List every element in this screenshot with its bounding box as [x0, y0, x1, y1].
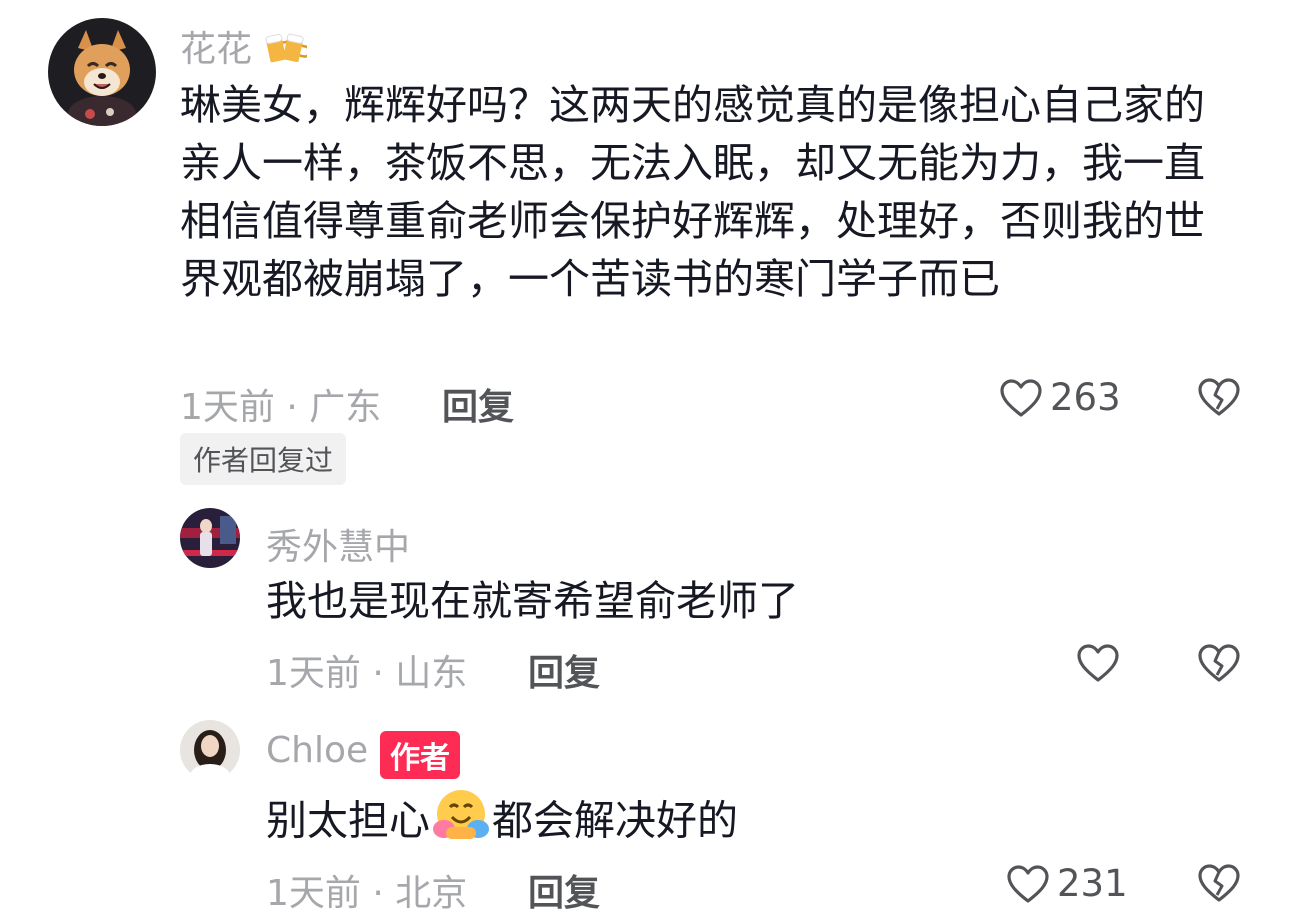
- like-count: 231: [1057, 862, 1128, 905]
- reply-username[interactable]: 秀外慧中: [266, 518, 410, 570]
- like-button[interactable]: 231: [1005, 862, 1128, 905]
- reply-text-before: 别太担心: [266, 796, 430, 845]
- username-text[interactable]: 花花: [180, 29, 252, 70]
- avatar[interactable]: [48, 18, 156, 126]
- heart-outline-icon: [1077, 644, 1119, 682]
- avatar[interactable]: [180, 508, 240, 568]
- comment-text: 琳美女，辉辉好吗？这两天的感觉真的是像担心自己家的亲人一样，茶饭不思，无法入眠，…: [180, 81, 1205, 303]
- like-button[interactable]: 263: [998, 376, 1121, 419]
- like-button[interactable]: [1075, 642, 1127, 684]
- reply-username[interactable]: Chloe: [266, 730, 368, 771]
- reply-text: 别太担心 都会解决好的: [266, 787, 738, 860]
- hugging-face-icon: [430, 787, 492, 860]
- broken-heart-icon: [1198, 644, 1240, 682]
- dislike-button[interactable]: [1196, 862, 1242, 904]
- author-replied-tag: 作者回复过: [180, 433, 347, 485]
- reply-text: 我也是现在就寄希望俞老师了: [266, 577, 799, 625]
- dislike-button[interactable]: [1196, 642, 1242, 684]
- reply-button[interactable]: 回复: [528, 644, 600, 696]
- reply-button[interactable]: 回复: [442, 378, 514, 430]
- reply-meta: 1天前 · 北京: [266, 873, 468, 914]
- beer-mugs-icon: [263, 27, 312, 76]
- avatar[interactable]: [180, 720, 240, 780]
- broken-heart-icon: [1198, 864, 1240, 902]
- comment-username[interactable]: 花花: [180, 20, 312, 76]
- author-badge: 作者: [380, 731, 460, 779]
- reply-button[interactable]: 回复: [528, 864, 600, 916]
- comment-meta: 1天前 · 广东: [180, 387, 382, 428]
- heart-outline-icon: [1007, 864, 1049, 903]
- like-count: 263: [1050, 376, 1121, 419]
- reply-meta: 1天前 · 山东: [266, 653, 468, 694]
- reply-text-after: 都会解决好的: [492, 796, 738, 845]
- heart-outline-icon: [1000, 378, 1042, 417]
- broken-heart-icon: [1198, 378, 1240, 416]
- dislike-button[interactable]: [1196, 376, 1242, 418]
